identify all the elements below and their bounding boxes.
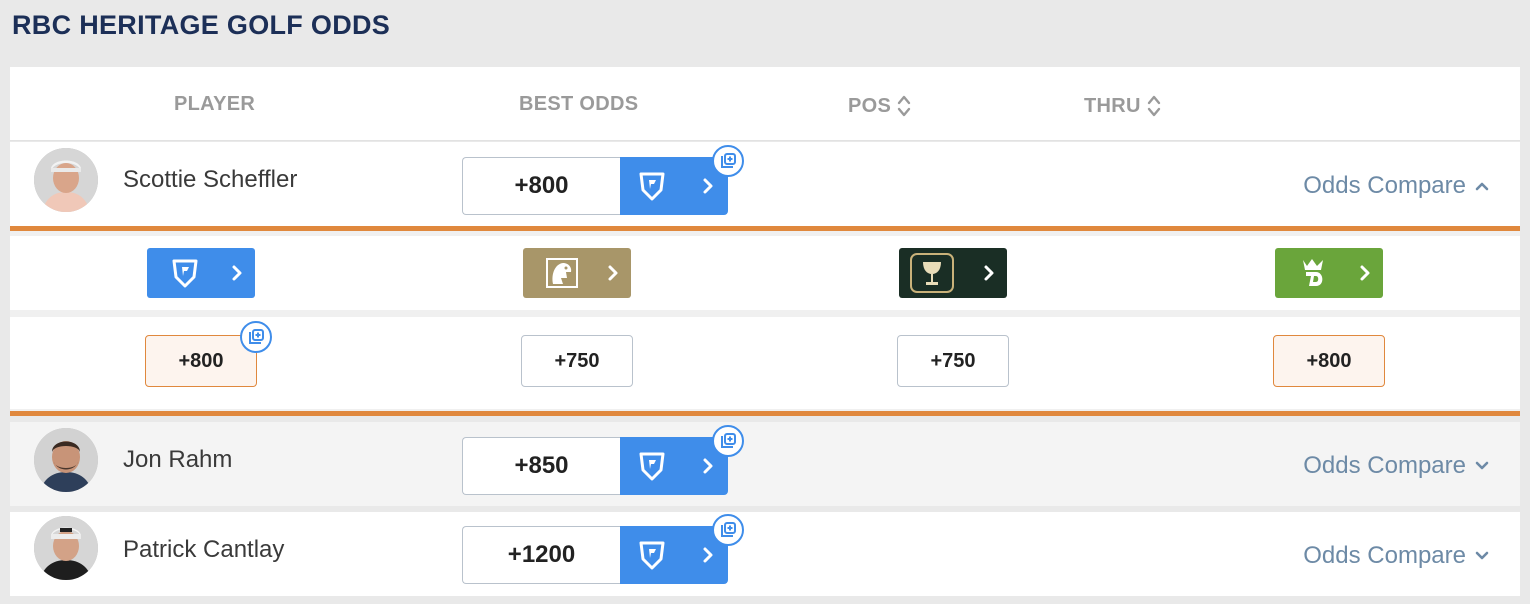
player-name[interactable]: Patrick Cantlay — [123, 536, 284, 564]
odds-compare-toggle[interactable]: Odds Compare — [1303, 542, 1490, 570]
table-row: Scottie Scheffler +800 Odds Compare — [10, 142, 1520, 226]
compare-odds-row: +800 +750 +750 +800 — [10, 317, 1520, 409]
chevron-right-icon — [608, 265, 618, 281]
player-name[interactable]: Scottie Scheffler — [123, 166, 297, 194]
column-header-thru[interactable]: THRU — [1084, 93, 1161, 119]
chevron-right-icon — [1360, 265, 1370, 281]
fanduel-shield-icon — [639, 541, 665, 570]
column-header-pos[interactable]: POS — [848, 93, 911, 119]
column-label: THRU — [1084, 94, 1141, 117]
caesars-chalice-icon — [910, 253, 954, 293]
odds-compare-label: Odds Compare — [1303, 172, 1466, 199]
odds-table: PLAYER BEST ODDS POS THRU Scottie Scheff… — [10, 67, 1520, 604]
add-bet-icon[interactable] — [240, 321, 272, 353]
chevron-down-icon — [1475, 551, 1489, 560]
page-title: RBC HERITAGE GOLF ODDS — [12, 10, 391, 40]
odds-compare-toggle[interactable]: Odds Compare — [1303, 452, 1490, 480]
odds-compare-label: Odds Compare — [1303, 452, 1466, 479]
chevron-right-icon — [703, 178, 713, 194]
sportsbook-row — [10, 236, 1520, 310]
avatar — [34, 148, 98, 212]
sort-updown-icon[interactable] — [1147, 93, 1161, 119]
chevron-down-icon — [1475, 461, 1489, 470]
column-label: POS — [848, 94, 892, 117]
chevron-right-icon — [232, 265, 242, 281]
add-bet-icon[interactable] — [712, 145, 744, 177]
player-name[interactable]: Jon Rahm — [123, 446, 232, 474]
column-header-player[interactable]: PLAYER — [174, 93, 255, 116]
best-odds-button[interactable]: +1200 — [462, 514, 744, 584]
sportsbook-button-caesars[interactable] — [899, 248, 1007, 298]
compare-odds-draftkings[interactable]: +800 — [1273, 335, 1385, 387]
avatar — [34, 516, 98, 580]
sportsbook-button-draftkings[interactable] — [1275, 248, 1383, 298]
best-odds-value: +800 — [462, 157, 620, 215]
draftkings-crown-icon — [1303, 259, 1323, 286]
column-header-best-odds[interactable]: BEST ODDS — [519, 93, 638, 116]
odds-compare-toggle[interactable]: Odds Compare — [1303, 172, 1490, 200]
table-row: Jon Rahm +850 Odds Compare — [10, 422, 1520, 506]
fanduel-shield-icon — [172, 259, 198, 288]
chevron-up-icon — [1475, 182, 1489, 191]
compare-odds-caesars[interactable]: +750 — [897, 335, 1009, 387]
best-odds-value: +1200 — [462, 526, 620, 584]
odds-compare-label: Odds Compare — [1303, 542, 1466, 569]
chevron-right-icon — [984, 265, 994, 281]
table-row: Patrick Cantlay +1200 Odds Compare — [10, 512, 1520, 596]
column-label: PLAYER — [174, 93, 256, 115]
avatar — [34, 428, 98, 492]
best-odds-button[interactable]: +850 — [462, 425, 744, 495]
add-bet-icon[interactable] — [712, 425, 744, 457]
chevron-right-icon — [703, 458, 713, 474]
odds-compare-panel: +800 +750 +750 +800 — [10, 226, 1520, 416]
fanduel-shield-icon — [639, 452, 665, 481]
chevron-right-icon — [703, 547, 713, 563]
sportsbook-button-betmgm[interactable] — [523, 248, 631, 298]
best-odds-value: +850 — [462, 437, 620, 495]
sort-updown-icon[interactable] — [897, 93, 911, 119]
fanduel-shield-icon — [639, 172, 665, 201]
sportsbook-button-fanduel[interactable] — [147, 248, 255, 298]
add-bet-icon[interactable] — [712, 514, 744, 546]
best-odds-button[interactable]: +800 — [462, 145, 744, 215]
table-header: PLAYER BEST ODDS POS THRU — [10, 67, 1520, 141]
column-label: BEST ODDS — [519, 93, 639, 115]
compare-odds-betmgm[interactable]: +750 — [521, 335, 633, 387]
betmgm-lion-icon — [546, 258, 578, 288]
